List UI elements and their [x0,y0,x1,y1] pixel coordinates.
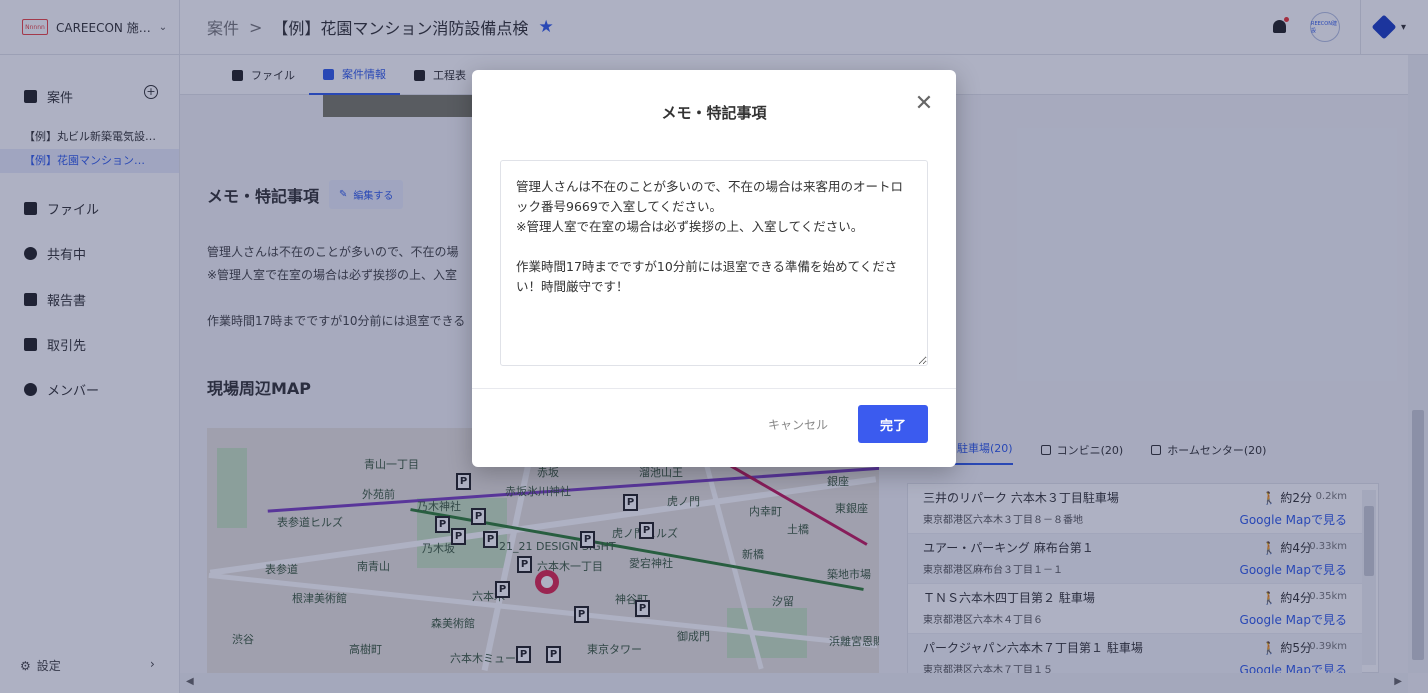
memo-textarea[interactable]: 管理人さんは不在のことが多いので、不在の場合は来客用のオートロック番号9669で… [500,160,928,366]
memo-edit-dialog: メモ・特記事項 ✕ 管理人さんは不在のことが多いので、不在の場合は来客用のオート… [472,70,956,467]
done-button[interactable]: 完了 [858,405,928,443]
cancel-button[interactable]: キャンセル [758,405,838,443]
dialog-divider [472,388,956,389]
dialog-title: メモ・特記事項 [661,104,767,122]
close-icon[interactable]: ✕ [914,93,934,115]
